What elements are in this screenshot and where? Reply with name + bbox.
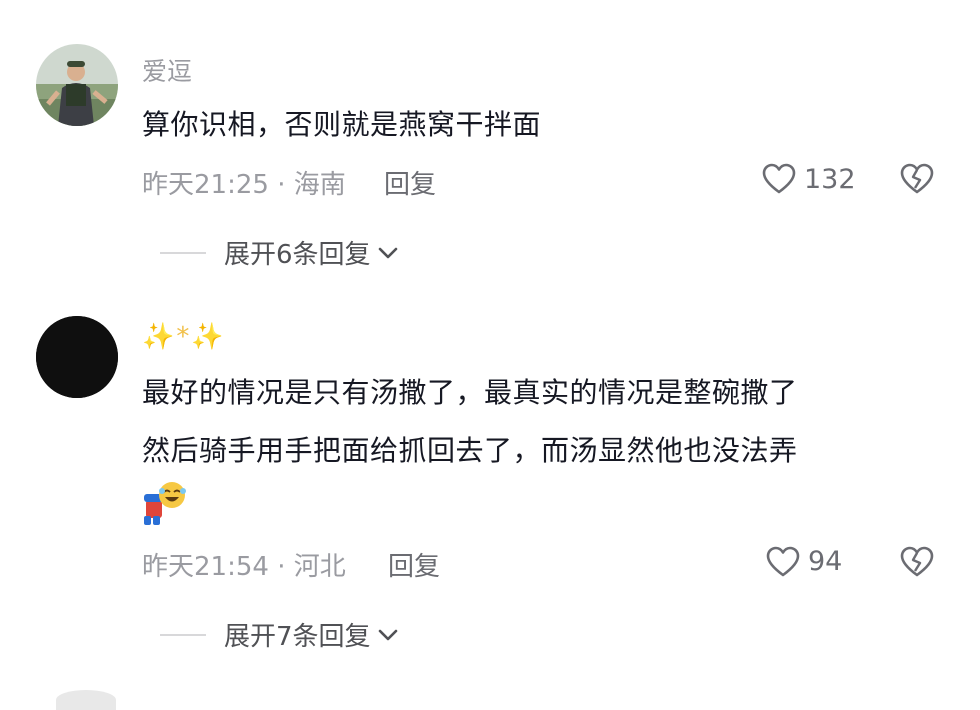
broken-heart-icon[interactable]: [900, 163, 934, 195]
laughing-crying-bow-emoji-icon: [144, 482, 186, 525]
expand-replies-label: 展开6条回复: [224, 240, 371, 270]
chevron-down-icon: [378, 629, 397, 640]
comment-time: 昨天21:25: [142, 170, 269, 200]
comment-location: 河北: [293, 552, 346, 582]
next-comment-avatar-partial: [56, 690, 116, 710]
black-circle-avatar-icon: [36, 316, 118, 398]
comment-text-line: 然后骑手用手把面给抓回去了，而汤显然他也没法弄: [142, 434, 798, 467]
username[interactable]: ✨*✨: [142, 322, 226, 352]
user-avatar[interactable]: [36, 316, 118, 398]
reply-button[interactable]: 回复: [384, 164, 436, 201]
comment-meta: 昨天21:25 · 海南: [142, 164, 346, 201]
comment-text: 算你识相，否则就是燕窝干拌面: [142, 108, 542, 141]
expand-replies-label: 展开7条回复: [224, 622, 371, 652]
chevron-down-icon: [378, 247, 397, 258]
heart-icon[interactable]: [762, 163, 796, 195]
broken-heart-icon[interactable]: [900, 546, 934, 578]
user-avatar[interactable]: [36, 44, 118, 126]
reply-button[interactable]: 回复: [388, 546, 440, 583]
expand-replies-button[interactable]: 展开7条回复: [160, 616, 399, 653]
like-count: 94: [808, 546, 843, 577]
comment-text-line: 最好的情况是只有汤撒了，最真实的情况是整碗撒了: [142, 376, 798, 409]
comment-meta: 昨天21:54 · 河北: [142, 546, 346, 583]
comment-location: 海南: [293, 170, 346, 200]
username[interactable]: 爱逗: [142, 52, 192, 88]
meta-separator: ·: [268, 170, 294, 200]
comment-time: 昨天21:54: [142, 552, 269, 582]
meta-separator: ·: [268, 552, 294, 582]
divider-line: [160, 251, 206, 254]
hiker-avatar-icon: [36, 44, 118, 126]
divider-line: [160, 633, 206, 636]
expand-replies-button[interactable]: 展开6条回复: [160, 234, 399, 271]
heart-icon[interactable]: [766, 546, 800, 578]
like-count: 132: [804, 164, 856, 195]
